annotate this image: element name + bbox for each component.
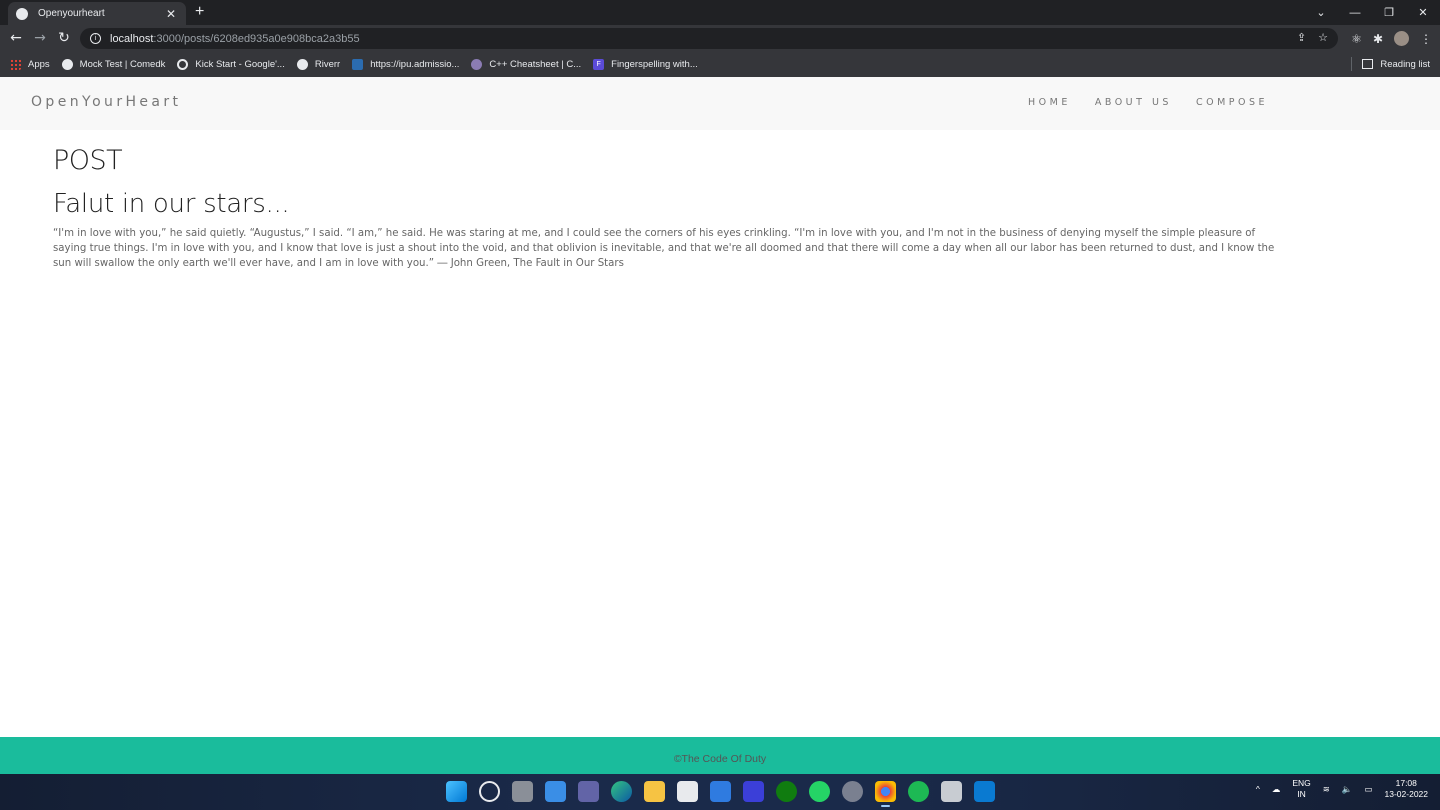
brand-logo-text[interactable]: OpenYourHeart: [31, 94, 181, 110]
minimize-button[interactable]: —: [1338, 7, 1372, 19]
google-icon: [177, 59, 189, 70]
close-icon[interactable]: ✕: [164, 7, 178, 21]
f-icon: F: [593, 59, 605, 70]
clock[interactable]: 17:08 13-02-2022: [1385, 778, 1428, 800]
bookmark-riverr[interactable]: Riverr: [296, 59, 340, 70]
bookmark-cpp-cheatsheet[interactable]: C++ Cheatsheet | C...: [471, 59, 581, 70]
edge-icon[interactable]: [611, 781, 632, 802]
apps-grid-icon: [10, 59, 21, 70]
chevron-up-icon[interactable]: ^: [1256, 784, 1260, 795]
extensions-puzzle-icon[interactable]: ✱: [1373, 32, 1383, 46]
nav-link-home[interactable]: HOME: [1028, 97, 1071, 108]
file-explorer-icon[interactable]: [644, 781, 665, 802]
browser-toolbar: ← → ↻ i localhost:3000/posts/6208ed935a0…: [0, 25, 1440, 52]
globe-icon: [16, 7, 28, 20]
settings-gear-icon[interactable]: [842, 781, 863, 802]
cpp-icon: [471, 59, 483, 70]
footer-copyright: ©The Code Of Duty: [673, 753, 767, 765]
whatsapp-icon[interactable]: [809, 781, 830, 802]
system-tray: ^ ☁ ENG IN ≋ 🔈 ▭ 17:08 13-02-2022: [1244, 778, 1428, 800]
vscode-icon[interactable]: [974, 781, 995, 802]
divider: [1351, 57, 1353, 71]
reload-icon[interactable]: ↻: [55, 30, 73, 46]
profile-avatar[interactable]: [1394, 31, 1409, 46]
bookmarks-bar: Apps Mock Test | Comedk Kick Start - Goo…: [0, 52, 1440, 77]
microsoft-store-icon[interactable]: [677, 781, 698, 802]
bookmark-apps[interactable]: Apps: [10, 59, 50, 70]
browser-tab[interactable]: Openyourheart ✕: [8, 2, 186, 25]
taskbar-apps: [446, 781, 995, 807]
close-window-button[interactable]: ✕: [1406, 6, 1440, 19]
spotify-icon[interactable]: [908, 781, 929, 802]
star-icon[interactable]: ☆: [1318, 31, 1328, 44]
git-icon[interactable]: [941, 781, 962, 802]
post-content: POST Falut in our stars... “I'm in love …: [53, 130, 1283, 271]
post-body: “I'm in love with you,” he said quietly.…: [53, 228, 1275, 269]
bookmark-mock-test[interactable]: Mock Test | Comedk: [61, 59, 165, 70]
forward-arrow-icon[interactable]: →: [31, 30, 49, 46]
xbox-icon[interactable]: [776, 781, 797, 802]
onedrive-icon[interactable]: ☁: [1272, 784, 1281, 795]
teams-chat-icon[interactable]: [578, 781, 599, 802]
chrome-icon[interactable]: [875, 781, 896, 807]
site-footer: ©The Code Of Duty: [0, 737, 1440, 774]
widgets-icon[interactable]: [545, 781, 566, 802]
extension-react-icon[interactable]: ⚛: [1351, 32, 1362, 46]
editor-app-icon[interactable]: [743, 781, 764, 802]
search-icon[interactable]: [479, 781, 500, 802]
address-bar[interactable]: i localhost:3000/posts/6208ed935a0e908bc…: [80, 28, 1338, 49]
mail-icon[interactable]: [710, 781, 731, 802]
new-tab-button[interactable]: +: [195, 3, 204, 21]
back-arrow-icon[interactable]: ←: [7, 30, 25, 46]
window-controls: ⌄ — ❐ ✕: [1304, 0, 1440, 25]
post-title: Falut in our stars...: [53, 189, 290, 219]
browser-tab-strip: Openyourheart ✕ + ⌄ — ❐ ✕: [0, 0, 1440, 25]
url-text[interactable]: localhost:3000/posts/6208ed935a0e908bca2…: [110, 33, 360, 45]
menu-kebab-icon[interactable]: ⋮: [1420, 32, 1432, 46]
reading-list-button[interactable]: Reading list: [1351, 57, 1430, 71]
globe-icon: [61, 59, 73, 70]
wifi-icon[interactable]: ≋: [1323, 784, 1330, 795]
site-navbar: OpenYourHeart HOME ABOUT US COMPOSE: [0, 77, 1440, 130]
tab-title: Openyourheart: [38, 8, 105, 19]
nav-link-compose[interactable]: COMPOSE: [1196, 97, 1268, 108]
restore-button[interactable]: ❐: [1372, 6, 1406, 19]
windows-taskbar: ^ ☁ ENG IN ≋ 🔈 ▭ 17:08 13-02-2022: [0, 774, 1440, 810]
task-view-icon[interactable]: [512, 781, 533, 802]
windows-start-icon[interactable]: [446, 781, 467, 802]
bookmark-fingerspelling[interactable]: F Fingerspelling with...: [593, 59, 698, 70]
reading-list-icon: [1362, 59, 1374, 69]
tab-search-button[interactable]: ⌄: [1304, 6, 1338, 19]
bookmark-ipu[interactable]: https://ipu.admissio...: [352, 59, 459, 70]
nav-links: HOME ABOUT US COMPOSE: [1004, 97, 1268, 108]
share-icon[interactable]: ⇪: [1297, 31, 1306, 44]
bookmark-kick-start[interactable]: Kick Start - Google'...: [177, 59, 285, 70]
ipu-icon: [352, 59, 364, 70]
info-icon[interactable]: i: [90, 33, 101, 44]
volume-icon[interactable]: 🔈: [1342, 784, 1353, 795]
language-indicator[interactable]: ENG IN: [1292, 778, 1310, 800]
globe-icon: [296, 59, 308, 70]
page-heading: POST: [53, 145, 123, 176]
nav-link-about-us[interactable]: ABOUT US: [1095, 97, 1172, 108]
battery-icon[interactable]: ▭: [1364, 784, 1372, 795]
